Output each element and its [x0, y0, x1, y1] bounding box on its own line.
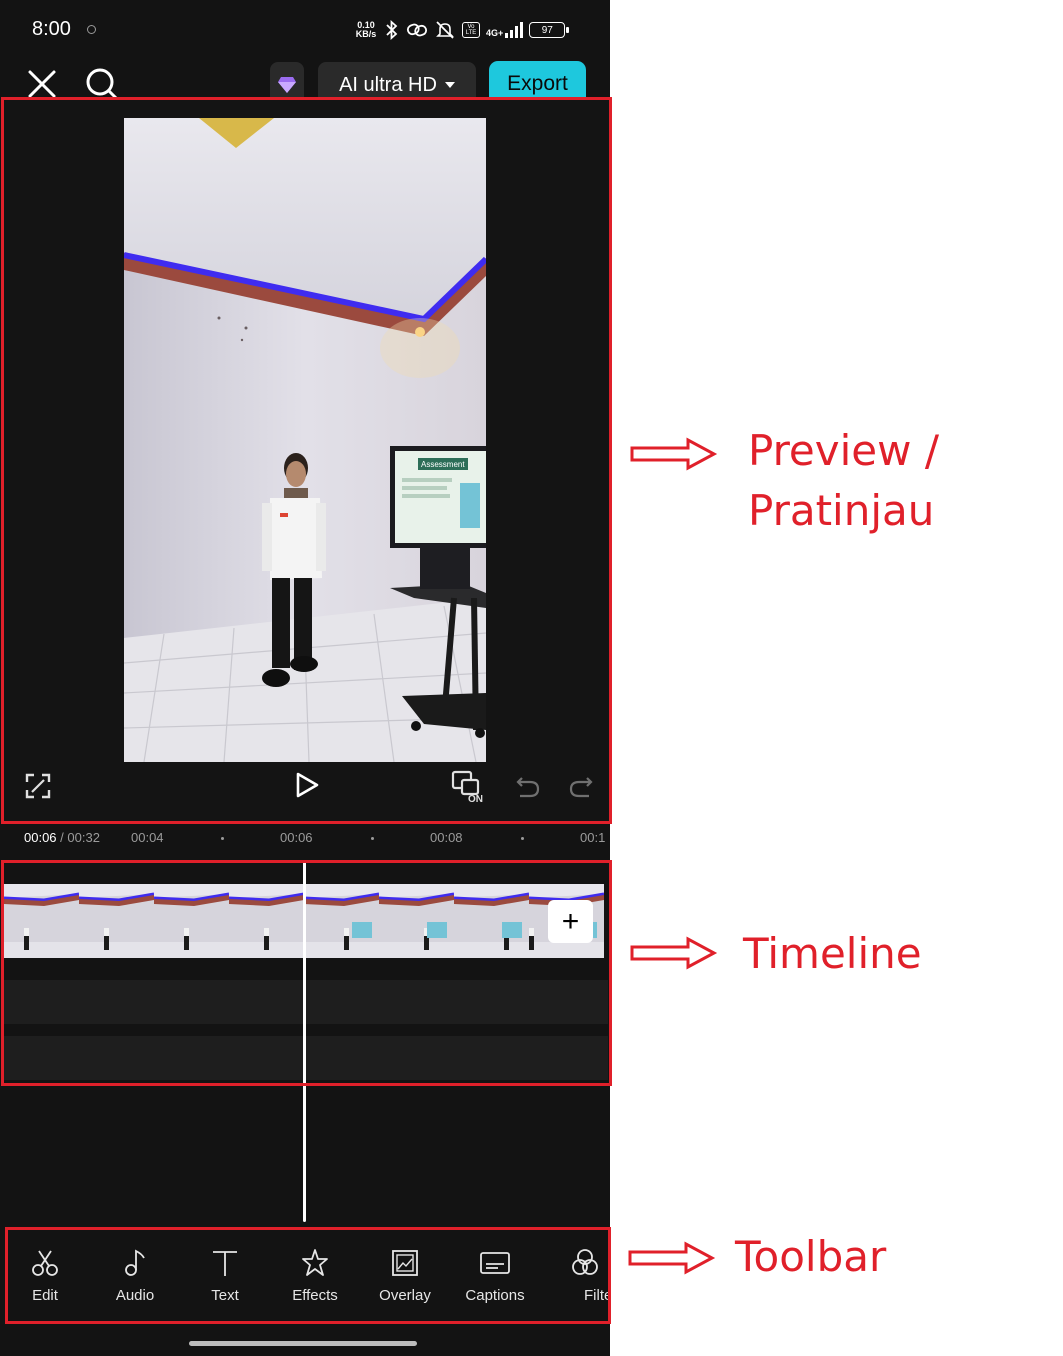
annotation-timeline: Timeline	[743, 929, 922, 978]
home-indicator[interactable]	[189, 1341, 417, 1346]
toolbar-highlight-box	[5, 1227, 611, 1324]
volte-icon: Vo LTE	[462, 22, 480, 38]
mute-icon	[436, 21, 454, 39]
arrow-right-icon	[630, 437, 718, 471]
time-readout: 00:06 / 00:32	[24, 830, 100, 845]
ruler-tick-label: 00:08	[430, 830, 463, 845]
ruler-tick-dot	[221, 837, 224, 840]
arrow-right-icon	[630, 936, 718, 970]
ruler-tick-label: 00:06	[280, 830, 313, 845]
link-icon	[406, 23, 428, 37]
annotation-toolbar: Toolbar	[735, 1232, 887, 1281]
annotation-preview-line1: Preview /	[748, 426, 939, 475]
arrow-right-icon	[628, 1241, 716, 1275]
preview-highlight-box	[1, 97, 612, 824]
ruler-tick-label: 00:1	[580, 830, 606, 845]
signal-bars-icon	[505, 22, 524, 38]
status-icons: 0.10 KB/s Vo LTE 4G+ 97	[354, 18, 570, 42]
diamond-icon	[278, 77, 296, 93]
battery-indicator: 97	[529, 22, 570, 38]
ruler-tick-dot	[521, 837, 524, 840]
ruler-tick-dot	[371, 837, 374, 840]
network-speed: 0.10 KB/s	[355, 20, 377, 39]
status-time: 8:00	[32, 18, 71, 40]
notification-dot-icon	[87, 25, 96, 34]
caret-down-icon	[444, 82, 455, 88]
signal-indicator: 4G+	[486, 22, 524, 38]
ruler-tick-label: 00:04	[131, 830, 164, 845]
time-ruler[interactable]: 00:06 / 00:32 00:04 00:06 00:08 00:1	[0, 826, 610, 850]
quality-label: AI ultra HD	[339, 73, 437, 96]
bluetooth-icon	[386, 20, 398, 40]
timeline-highlight-box	[1, 860, 612, 1086]
annotation-preview-line2: Pratinjau	[748, 486, 935, 535]
